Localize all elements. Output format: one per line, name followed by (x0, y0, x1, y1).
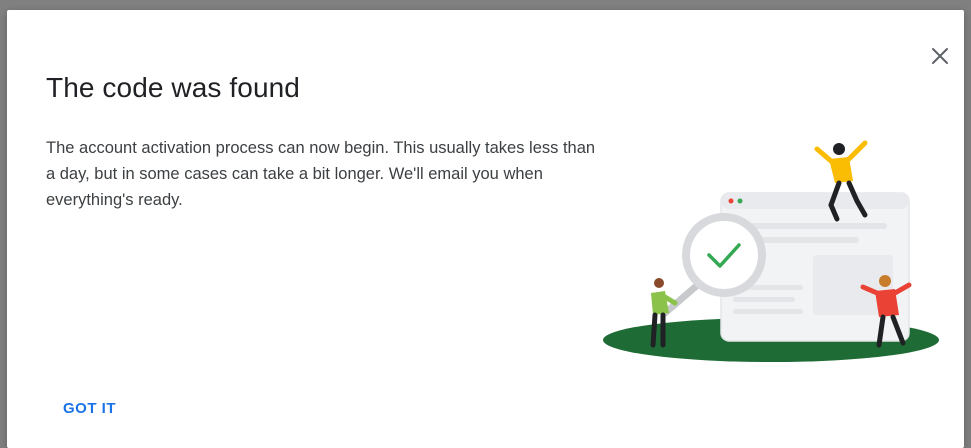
close-icon (932, 48, 948, 64)
window-dot-green (737, 198, 743, 204)
magnifier-checkmark-illustration (603, 140, 939, 362)
got-it-button[interactable]: GOT IT (51, 396, 128, 421)
dialog-title: The code was found (46, 72, 300, 103)
close-button[interactable] (928, 44, 952, 68)
activation-dialog: The code was found The account activatio… (7, 10, 964, 448)
dialog-body-text: The account activation process can now b… (46, 139, 596, 209)
window-dot-red (728, 198, 734, 204)
magnifier-lens (682, 213, 766, 297)
